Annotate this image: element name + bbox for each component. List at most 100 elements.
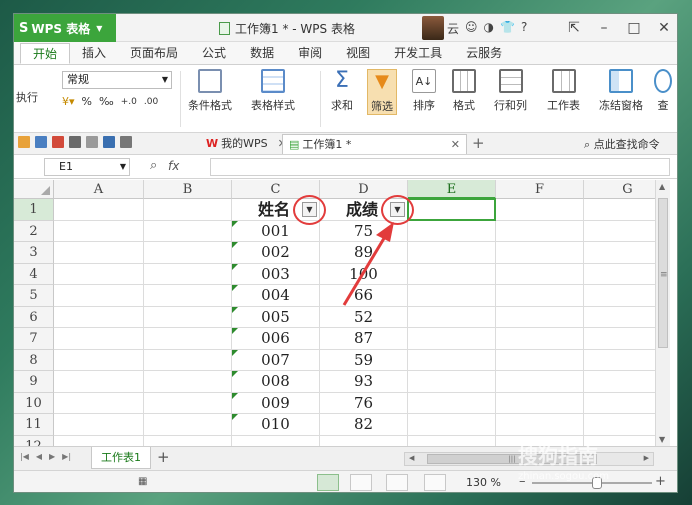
- maximize-button[interactable]: □: [619, 14, 649, 42]
- grip-icon: ≡: [660, 270, 668, 280]
- print-icon[interactable]: [69, 136, 81, 148]
- tab-developer[interactable]: 开发工具: [382, 43, 454, 64]
- tab-workbook-label: 工作簿1 *: [302, 137, 352, 151]
- find-label: 查: [657, 99, 669, 112]
- chevron-down-icon: ▼: [161, 75, 168, 84]
- tab-view[interactable]: 视图: [334, 43, 382, 64]
- thousands-button[interactable]: ‰: [99, 95, 114, 108]
- zoom-search-icon[interactable]: ⌕: [150, 158, 157, 173]
- app-menu-button[interactable]: S WPS 表格 ▼: [14, 14, 116, 42]
- horizontal-scrollbar[interactable]: ◀ ||| ▶: [404, 452, 654, 466]
- tab-cloud[interactable]: 云服务: [454, 43, 514, 64]
- user-label[interactable]: 云: [447, 20, 459, 37]
- export-pdf-icon[interactable]: [52, 136, 64, 148]
- add-sheet-button[interactable]: +: [157, 448, 170, 466]
- currency-icon[interactable]: ¥▾: [62, 95, 75, 108]
- first-sheet-icon[interactable]: |◀: [20, 452, 29, 461]
- scroll-left-icon[interactable]: ◀: [409, 454, 414, 462]
- next-sheet-icon[interactable]: ▶: [49, 452, 55, 461]
- h-scroll-thumb[interactable]: |||: [427, 454, 597, 464]
- conditional-format-button[interactable]: 条件格式: [188, 69, 232, 113]
- avatar[interactable]: [422, 16, 444, 40]
- scroll-up-icon[interactable]: ▲: [659, 182, 665, 191]
- filter-button[interactable]: ▼ 筛选: [367, 69, 397, 115]
- close-button[interactable]: ✕: [649, 14, 677, 42]
- freeze-panes-button[interactable]: 冻结窗格: [599, 69, 643, 113]
- format-label: 格式: [453, 99, 475, 112]
- fx-button[interactable]: fx: [168, 159, 179, 173]
- minimize-button[interactable]: –: [589, 14, 619, 42]
- arrow-head: [376, 222, 394, 242]
- tab-home[interactable]: 开始: [20, 43, 71, 64]
- page-layout-view-button[interactable]: [386, 474, 408, 491]
- funnel-icon: ▼: [375, 71, 389, 92]
- normal-view-button[interactable]: [317, 474, 339, 491]
- smiley-icon[interactable]: ☺: [465, 20, 478, 37]
- sum-button[interactable]: Σ 求和: [330, 69, 354, 113]
- formula-input[interactable]: [210, 158, 670, 176]
- ribbon-panel: 执行 常规 ▼ ¥▾ % ‰ +.0 .00 条件格式 表格样式 Σ 求和 ▼: [14, 65, 677, 133]
- zoom-out-button[interactable]: –: [519, 474, 526, 489]
- sort-button[interactable]: A↓ 排序: [412, 69, 436, 113]
- scroll-down-icon[interactable]: ▼: [659, 435, 665, 444]
- row-col-icon: [498, 69, 523, 93]
- worksheet-button[interactable]: 工作表: [547, 69, 580, 113]
- skin-icon[interactable]: ◑: [484, 20, 494, 37]
- last-sheet-icon[interactable]: ▶|: [62, 452, 71, 461]
- ribbon-separator: [320, 71, 321, 127]
- tab-insert[interactable]: 插入: [70, 43, 118, 64]
- quick-access-bar: W 我的WPS ✕ ▤ 工作簿1 * ✕ + ⌕ 点此查找命令: [14, 133, 677, 155]
- close-icon[interactable]: ✕: [451, 135, 460, 155]
- increase-decimal-button[interactable]: +.0: [121, 97, 137, 107]
- preview-icon[interactable]: [86, 136, 98, 148]
- tab-workbook[interactable]: ▤ 工作簿1 * ✕: [282, 134, 467, 154]
- help-icon[interactable]: ?: [521, 20, 527, 37]
- tab-review[interactable]: 审阅: [286, 43, 334, 64]
- percent-button[interactable]: %: [82, 95, 92, 108]
- search-icon: ⌕: [584, 138, 594, 151]
- decrease-decimal-button[interactable]: .00: [144, 97, 158, 107]
- restore-icon[interactable]: ⇱: [559, 14, 589, 42]
- prev-sheet-icon[interactable]: ◀: [36, 452, 42, 461]
- number-format-select[interactable]: 常规 ▼: [62, 71, 172, 89]
- cell-reference: E1: [59, 160, 73, 173]
- save-icon[interactable]: [35, 136, 47, 148]
- undo-icon[interactable]: [103, 136, 115, 148]
- name-box[interactable]: E1 ▼: [44, 158, 130, 176]
- zoom-level[interactable]: 130 %: [466, 476, 501, 489]
- tab-mywps[interactable]: W 我的WPS ✕: [200, 134, 293, 154]
- document-icon: [219, 22, 230, 35]
- format-button[interactable]: 格式: [452, 69, 476, 113]
- vertical-scrollbar[interactable]: ▲ ≡ ▼: [655, 180, 670, 446]
- more-icon[interactable]: [120, 136, 132, 148]
- tab-formulas[interactable]: 公式: [190, 43, 238, 64]
- page-break-view-button[interactable]: [350, 474, 372, 491]
- macro-icon[interactable]: ▦: [138, 476, 147, 490]
- ribbon-separator: [180, 71, 181, 127]
- command-search[interactable]: ⌕ 点此查找命令: [584, 136, 660, 152]
- tab-data[interactable]: 数据: [238, 43, 286, 64]
- table-style-icon: [261, 69, 285, 93]
- spreadsheet-grid[interactable]: ABCDEFG1姓名成绩2001753002894003100500466600…: [14, 180, 655, 446]
- sheet-tab-1[interactable]: 工作表1: [91, 447, 151, 469]
- tab-page-layout[interactable]: 页面布局: [118, 43, 190, 64]
- arrow-shaft: [342, 229, 391, 306]
- wrap-button[interactable]: 执行: [16, 89, 38, 105]
- shirt-icon[interactable]: 👕: [500, 20, 515, 37]
- ribbon-tabs: 开始 插入 页面布局 公式 数据 审阅 视图 开发工具 云服务: [14, 42, 677, 65]
- open-icon[interactable]: [18, 136, 30, 148]
- reading-view-button[interactable]: [424, 474, 446, 491]
- table-style-label: 表格样式: [251, 99, 295, 112]
- find-button[interactable]: 查: [654, 69, 672, 113]
- wps-w-icon: W: [206, 137, 219, 150]
- zoom-slider-knob[interactable]: [592, 477, 602, 489]
- new-tab-button[interactable]: +: [472, 134, 485, 152]
- scroll-right-icon[interactable]: ▶: [644, 454, 649, 462]
- row-col-button[interactable]: 行和列: [494, 69, 527, 113]
- window-title-text: 工作簿1 * - WPS 表格: [235, 22, 355, 36]
- zoom-slider[interactable]: [532, 477, 652, 489]
- wps-window: S WPS 表格 ▼ 工作簿1 * - WPS 表格 云 ☺ ◑ 👕 ? ⇱ –…: [13, 13, 678, 493]
- zoom-in-button[interactable]: +: [655, 474, 666, 489]
- annotation-arrow: [342, 222, 394, 306]
- table-style-button[interactable]: 表格样式: [251, 69, 295, 113]
